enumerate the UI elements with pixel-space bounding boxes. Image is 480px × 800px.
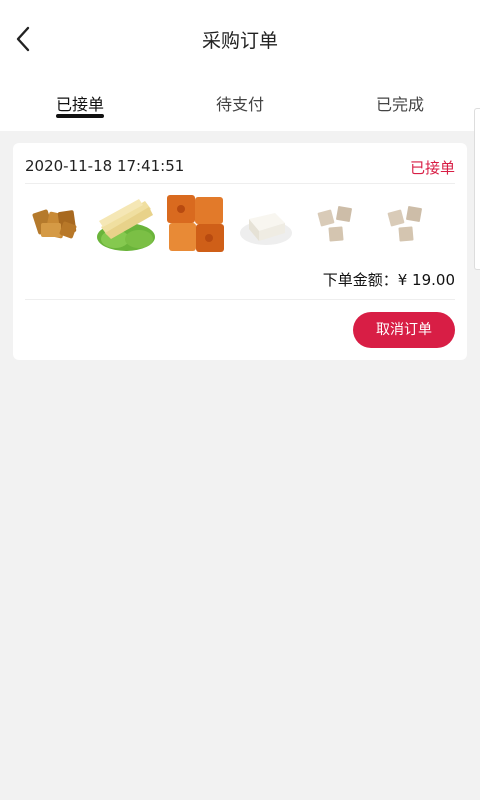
tab-bar: 已接单 待支付 已完成 (0, 80, 480, 131)
dried-tofu-blocks-image (305, 193, 367, 255)
order-time: 2020-11-18 17:41:51 (25, 157, 185, 175)
order-total: 下单金额：¥ 19.00 (323, 269, 455, 290)
side-drawer-handle[interactable] (474, 108, 480, 270)
divider (25, 299, 455, 300)
product-thumbnails (25, 193, 437, 255)
order-status: 已接单 (409, 159, 455, 177)
page-title: 采购订单 (201, 30, 278, 52)
order-total-label: 下单金额： (322, 271, 398, 289)
fried-tofu-squares-image (165, 193, 227, 255)
fried-tofu-strips-image (25, 193, 87, 255)
divider (25, 183, 455, 184)
product-thumbnail[interactable] (95, 193, 157, 255)
product-thumbnail[interactable] (165, 193, 227, 255)
product-thumbnail[interactable] (375, 193, 437, 255)
product-thumbnail[interactable] (235, 193, 297, 255)
tofu-skin-on-lettuce-image (95, 193, 157, 255)
order-card[interactable]: 2020-11-18 17:41:51 已接单 下单金额：¥ 19.00 取消订… (13, 143, 467, 360)
product-thumbnail[interactable] (305, 193, 367, 255)
product-thumbnail[interactable] (25, 193, 87, 255)
order-total-value: ¥ 19.00 (397, 271, 455, 289)
tab-accepted[interactable]: 已接单 (0, 91, 160, 115)
cancel-order-button[interactable]: 取消订单 (353, 312, 455, 348)
silken-tofu-image (235, 193, 297, 255)
active-tab-indicator (56, 114, 104, 118)
tab-pending-payment[interactable]: 待支付 (160, 91, 320, 115)
tab-completed[interactable]: 已完成 (320, 91, 480, 115)
header: 采购订单 (0, 0, 480, 80)
dried-tofu-blocks-image (375, 193, 437, 255)
